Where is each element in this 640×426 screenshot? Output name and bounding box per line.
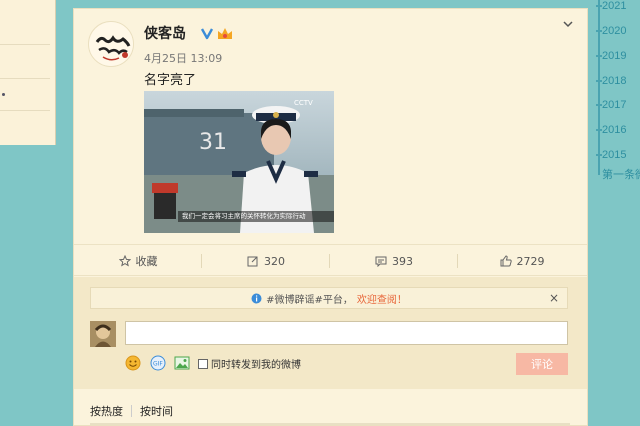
current-user-avatar[interactable] [90,321,116,347]
svg-text:31: 31 [199,130,227,155]
post-action-bar: 收藏 320 393 2729 [74,244,587,276]
author-logo [89,22,133,66]
post-text: 名字亮了 [144,73,197,88]
timeline-year[interactable]: 2017 [602,99,626,111]
sort-by-hot-tab[interactable]: 按热度 [90,403,123,419]
comment-button[interactable]: 393 [330,245,458,277]
sidebar-divider [0,110,50,111]
like-button[interactable]: 2729 [458,245,586,277]
sidebar-divider [0,78,50,79]
favorite-button[interactable]: 收藏 [74,245,202,277]
comment-sort-tabs: 按热度 按时间 [90,403,173,419]
post-image[interactable]: 31 CCTV 我们一定会将习主席的关怀转化为实际行动 [144,91,334,233]
repost-checkbox[interactable]: 同时转发到我的微博 [198,356,301,371]
sidebar-divider [0,44,50,45]
rumor-notice-banner: #微博辟谣#平台， 欢迎查阅！ × [90,287,568,309]
star-icon [118,255,131,267]
timeline-year[interactable]: 2020 [602,25,626,37]
svg-text:CCTV: CCTV [294,99,313,107]
year-timeline: 2021 2020 2019 2018 2017 2016 2015 第一条微 [593,0,640,426]
info-icon [251,293,262,303]
weibo-post-card: 侠客岛 4月25日 13:09 名字亮了 31 CCTV 我们一定会将习主席的关… [73,8,588,426]
comment-icon [375,256,387,267]
tab-divider [131,405,132,417]
bullet-dot [2,93,5,96]
repost-checkbox-box[interactable] [198,358,208,369]
vip-badge-icon[interactable] [216,25,234,41]
comment-count: 393 [392,254,413,268]
post-timestamp[interactable]: 4月25日 13:09 [144,50,222,66]
timeline-year[interactable]: 2016 [602,124,626,136]
close-icon[interactable]: × [549,291,559,305]
image-upload-icon[interactable] [174,355,190,371]
submit-comment-button[interactable]: 评论 [516,353,568,375]
user-avatar-image [90,321,116,347]
svg-text:GIF: GIF [153,361,163,368]
repost-button[interactable]: 320 [202,245,330,277]
comment-input[interactable] [125,321,568,345]
left-sidebar-panel [0,0,56,145]
timeline-year[interactable]: 2021 [602,0,626,12]
timeline-bar [598,0,600,175]
notice-link[interactable]: 欢迎查阅！ [357,291,407,306]
timeline-year[interactable]: 2018 [602,75,626,87]
notice-text: #微博辟谣#平台， [266,294,353,306]
emoji-icon[interactable] [125,355,141,371]
timeline-year[interactable]: 2019 [602,50,626,62]
author-avatar[interactable] [88,21,134,67]
first-post-link[interactable]: 第一条微 [602,166,640,182]
author-name[interactable]: 侠客岛 [144,23,186,43]
video-subtitle: 我们一定会将习主席的关怀转化为实际行动 [178,211,334,222]
verified-badge-icon [200,28,214,40]
like-count: 2729 [516,254,545,268]
chevron-down-icon[interactable] [563,19,573,29]
comment-composer: #微博辟谣#平台， 欢迎查阅！ × GIF 同时转发到我的微博 评论 [74,277,587,389]
repost-icon [247,256,258,267]
favorite-label: 收藏 [135,255,158,268]
repost-count: 320 [264,254,285,268]
sort-by-time-tab[interactable]: 按时间 [140,403,173,419]
repost-checkbox-label: 同时转发到我的微博 [211,360,301,371]
timeline-year[interactable]: 2015 [602,149,626,161]
section-divider [90,423,570,425]
thumbs-up-icon [500,255,512,267]
gif-icon[interactable]: GIF [150,355,166,371]
